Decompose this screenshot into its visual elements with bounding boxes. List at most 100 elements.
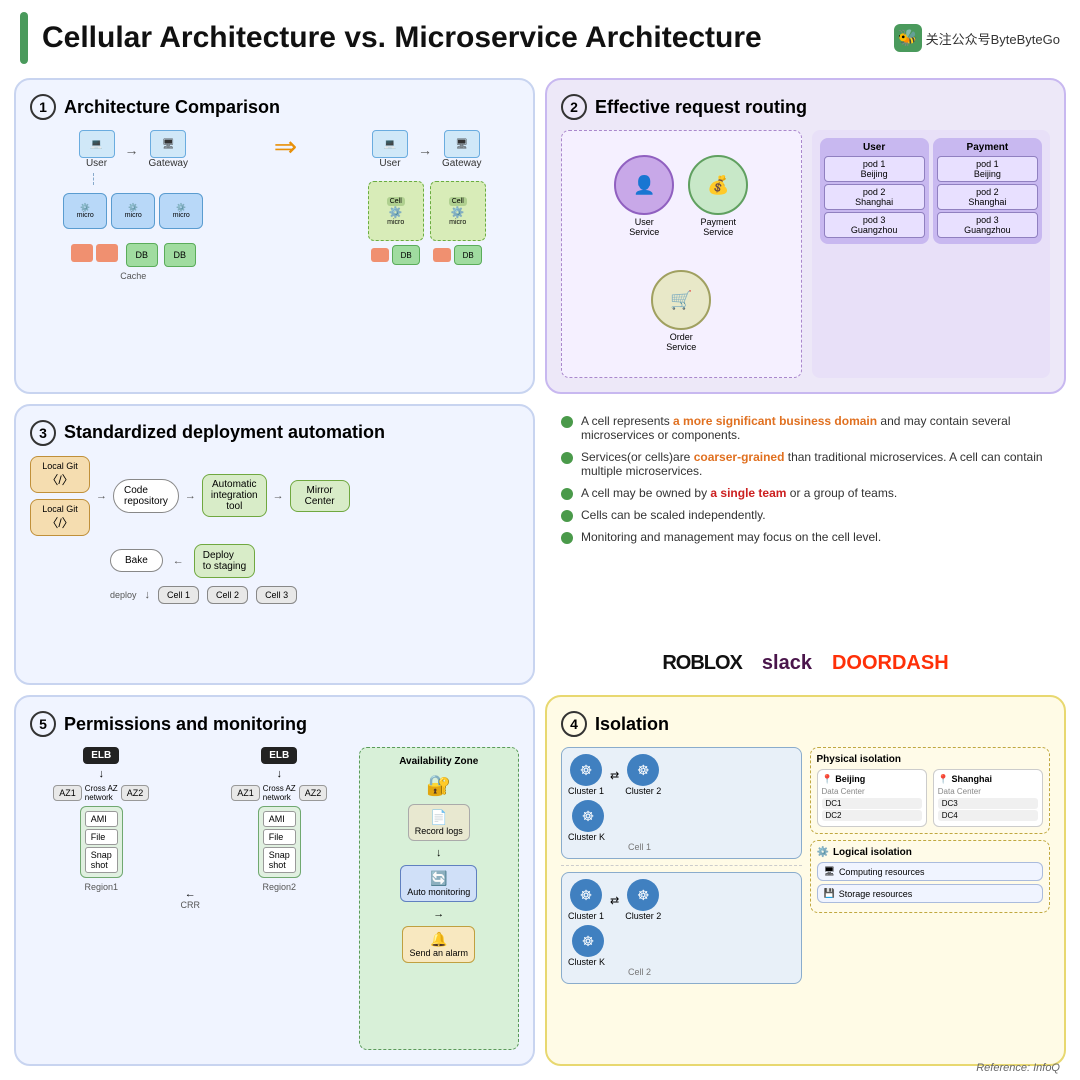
bullet-5 xyxy=(561,532,573,544)
routing-diagram: 👤 UserService 💰 PaymentService 🛒 xyxy=(561,130,1050,378)
panel-routing: 2 Effective request routing 👤 UserServic… xyxy=(545,78,1066,394)
arrow-to-auto: → xyxy=(185,490,196,502)
az2-2: AZ2 xyxy=(299,785,328,801)
order-svc-container: 🛒 OrderService xyxy=(651,270,711,352)
deploy-diagram: Local Git 〈/〉 Local Git 〈/〉 → Codereposi… xyxy=(30,456,519,604)
crr-label: CRR xyxy=(181,900,201,910)
db-cache-row: DB DB xyxy=(71,239,196,267)
cluster-row-bottom: ☸ Cluster 1 ⇄ ☸ Cluster 2 xyxy=(568,879,795,921)
cluster-1-icon: ☸ xyxy=(570,754,602,786)
crr-arrow: ← CRR xyxy=(181,747,201,1050)
cluster-group-bottom: ☸ Cluster 1 ⇄ ☸ Cluster 2 ☸ Cluster K Ce… xyxy=(561,872,802,984)
user-svc-label: UserService xyxy=(629,217,659,237)
elb-box-2: ELB xyxy=(261,747,297,764)
panel2-number: 2 xyxy=(561,94,587,120)
routing-right: User pod 1Beijing pod 2Shanghai pod 3Gua… xyxy=(812,130,1051,378)
ami-group-2: AMI File Snapshot xyxy=(258,806,301,878)
iso-left: ☸ Cluster 1 ⇄ ☸ Cluster 2 ☸ Cluster K Ce… xyxy=(561,747,802,1046)
local-git-1: Local Git 〈/〉 xyxy=(30,456,90,493)
cluster-2-bottom-icon: ☸ xyxy=(627,879,659,911)
key-point-4: Cells can be scaled independently. xyxy=(561,508,1050,522)
db-1: DB xyxy=(126,243,158,267)
iso-right: Physical isolation 📍 Beijing Data Center… xyxy=(810,747,1051,1046)
computing-label: Computing resources xyxy=(839,867,925,877)
roblox-logo: ROBLOX xyxy=(662,652,742,675)
payment-pod-3: pod 3Guangzhou xyxy=(937,212,1038,238)
arch-right: 💻 User → 🖥 Gateway Cell ⚙️ micro xyxy=(368,130,486,265)
computing-resources-box: 🖥 Computing resources xyxy=(817,862,1044,881)
cluster-k-top: ☸ Cluster K Cell 1 xyxy=(568,800,795,852)
dc1: DC1 xyxy=(822,798,922,809)
user-box-left: 💻 User xyxy=(79,130,115,169)
main-grid: 1 Architecture Comparison 💻 User → 🖥 Gat… xyxy=(0,72,1080,1072)
panel3-title-text: Standardized deployment automation xyxy=(64,422,385,443)
arrow-to-cells: ↓ xyxy=(145,589,151,601)
shanghai-dc-label: Data Center xyxy=(938,787,1038,796)
panel-permissions: 5 Permissions and monitoring ELB ↓ AZ1 C… xyxy=(14,695,535,1066)
shanghai-box: 📍 Shanghai Data Center DC3 DC4 xyxy=(933,769,1043,827)
local-git-2: Local Git 〈/〉 xyxy=(30,499,90,536)
panel5-title-text: Permissions and monitoring xyxy=(64,714,307,735)
panel5-number: 5 xyxy=(30,711,56,737)
user-pod-2: pod 2Shanghai xyxy=(824,184,925,210)
cell-1-box: Cell 1 xyxy=(158,586,199,604)
git-column: Local Git 〈/〉 Local Git 〈/〉 xyxy=(30,456,90,536)
bullet-4 xyxy=(561,510,573,522)
arch-top-row-right: 💻 User → 🖥 Gateway xyxy=(372,130,481,169)
payment-svc-container: 💰 PaymentService xyxy=(688,155,748,237)
ami-1: AMI xyxy=(85,811,118,827)
beijing-label: 📍 Beijing xyxy=(822,774,922,785)
doordash-logo: DOORDASH xyxy=(832,652,949,675)
cluster-1-bottom-label: Cluster 1 xyxy=(568,911,604,921)
user-device-icon-left: 💻 xyxy=(79,130,115,158)
arrow-to-code: → xyxy=(96,490,107,502)
arrow-bake-deploy: ← xyxy=(173,555,184,567)
cluster-divider xyxy=(561,865,802,866)
gateway-box-left: 🖥 Gateway xyxy=(149,130,188,169)
slack-logo: slack xyxy=(762,652,812,675)
perm-diagram: ELB ↓ AZ1 Cross AZnetwork AZ2 AMI File S… xyxy=(30,747,519,1050)
bullet-2 xyxy=(561,452,573,464)
cluster-1-bottom: ☸ Cluster 1 xyxy=(568,879,604,921)
user-box-right: 💻 User xyxy=(372,130,408,169)
ms-row-left: ⚙️micro ⚙️micro ⚙️micro xyxy=(63,193,203,229)
gateway-icon-left: 🖥 xyxy=(150,130,186,158)
city-group: 📍 Beijing Data Center DC1 DC2 📍 Shanghai… xyxy=(817,769,1044,827)
cluster-group-top: ☸ Cluster 1 ⇄ ☸ Cluster 2 ☸ Cluster K Ce… xyxy=(561,747,802,859)
auto-monitoring-label: Auto monitoring xyxy=(407,887,470,897)
arch-left: 💻 User → 🖥 Gateway ⚙️micro ⚙️micro ⚙️mic… xyxy=(63,130,203,281)
logical-title-text: Logical isolation xyxy=(833,847,912,858)
payment-pod-title: Payment xyxy=(937,142,1038,153)
record-logs-box: 📄 Record logs xyxy=(408,804,470,841)
user-service-bubble: 👤 xyxy=(614,155,674,215)
file-1: File xyxy=(85,829,118,845)
cell-ms-2: Cell ⚙️ micro xyxy=(430,181,486,241)
avail-zone-title: Availability Zone xyxy=(399,756,478,767)
az1-2: AZ1 xyxy=(231,785,260,801)
panel-isolation: 4 Isolation ☸ Cluster 1 ⇄ ☸ Cluste xyxy=(545,695,1066,1066)
auto-monitoring-box: 🔄 Auto monitoring xyxy=(400,865,477,902)
arrow-to-mirror: → xyxy=(273,490,284,502)
key-point-1: A cell represents a more significant bus… xyxy=(561,414,1050,442)
cluster-1-bottom-icon: ☸ xyxy=(570,879,602,911)
cell-2-box: Cell 2 xyxy=(207,586,248,604)
payment-pod-group: Payment pod 1Beijing pod 2Shanghai pod 3… xyxy=(933,138,1042,244)
arch-diagram: 💻 User → 🖥 Gateway ⚙️micro ⚙️micro ⚙️mic… xyxy=(30,130,519,281)
panel-architecture-comparison: 1 Architecture Comparison 💻 User → 🖥 Gat… xyxy=(14,78,535,394)
storage-label: Storage resources xyxy=(839,889,913,899)
cell-3-box: Cell 3 xyxy=(256,586,297,604)
key-points: A cell represents a more significant bus… xyxy=(561,414,1050,552)
region2-group: ELB ↓ AZ1 Cross AZnetwork AZ2 AMI File S… xyxy=(208,747,351,1050)
file-2: File xyxy=(263,829,296,845)
panel1-number: 1 xyxy=(30,94,56,120)
user-pod-title: User xyxy=(824,142,925,153)
cell-db-2: DB xyxy=(433,245,482,265)
cell-cache-2 xyxy=(433,248,451,262)
deploy-staging-box: Deployto staging xyxy=(194,544,255,578)
deploy-row-2: Bake ← Deployto staging xyxy=(110,544,519,578)
region2-label: Region2 xyxy=(262,882,296,892)
panel1-title: 1 Architecture Comparison xyxy=(30,94,519,120)
order-service-bubble: 🛒 xyxy=(651,270,711,330)
az2-1: AZ2 xyxy=(121,785,150,801)
code-repo-box: Coderepository xyxy=(113,479,179,513)
